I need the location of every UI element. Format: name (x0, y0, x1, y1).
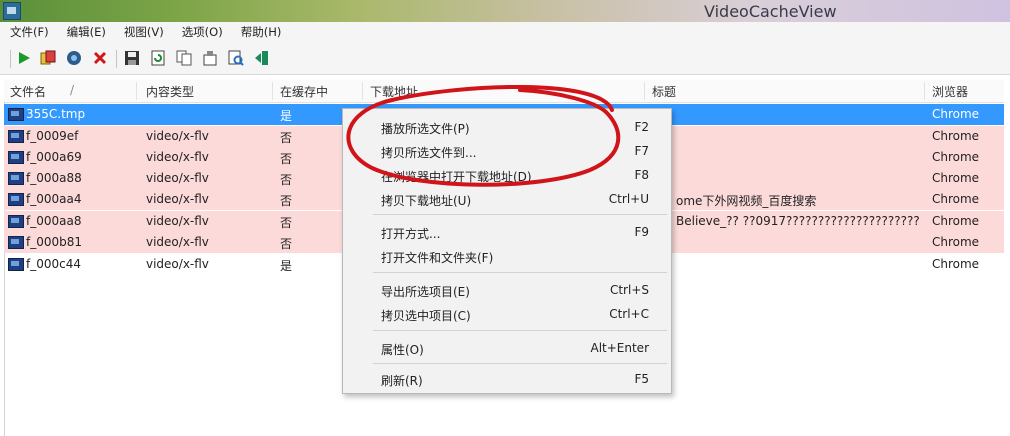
menu-item-properties[interactable]: 属性(O) Alt+Enter (343, 337, 671, 359)
col-title[interactable]: 标题 (652, 83, 676, 100)
menu-item-open-file-and-folder[interactable]: 打开文件和文件夹(F) (343, 245, 671, 267)
toolbar-separator (116, 50, 117, 68)
file-icon (8, 172, 24, 185)
list-header: 文件名 / 内容类型 在缓存中 下载地址 标题 浏览器 (4, 80, 1004, 103)
cell-filename: f_000b81 (26, 235, 83, 249)
delete-icon[interactable] (92, 50, 108, 66)
cell-filename: f_000a88 (26, 171, 82, 185)
menu-edit[interactable]: 编辑(E) (57, 24, 114, 40)
copy-files-icon[interactable] (40, 50, 56, 66)
copy-icon[interactable] (176, 50, 192, 66)
file-icon (8, 130, 24, 143)
play-icon[interactable] (16, 50, 32, 66)
cell-browser: Chrome (932, 129, 980, 143)
menu-item-export-selected[interactable]: 导出所选项目(E) Ctrl+S (343, 279, 671, 301)
menu-help[interactable]: 帮助(H) (231, 24, 290, 40)
cell-content-type: video/x-flv (146, 235, 209, 249)
menu-view[interactable]: 视图(V) (114, 24, 172, 40)
find-icon[interactable] (228, 50, 244, 66)
menu-file[interactable]: 文件(F) (0, 24, 57, 40)
column-divider[interactable] (362, 82, 363, 100)
file-icon (8, 236, 24, 249)
file-icon (8, 108, 24, 121)
cell-filename: f_000aa8 (26, 214, 82, 228)
cell-browser: Chrome (932, 257, 980, 271)
open-folder-icon[interactable] (66, 50, 82, 66)
cell-in-cache: 否 (280, 216, 293, 230)
cell-title: Believe_?? ??0917?????????????????????..… (676, 214, 920, 228)
menu-separator (373, 363, 667, 364)
menu-bar: 文件(F) 编辑(E) 视图(V) 选项(O) 帮助(H) (0, 22, 1010, 42)
cell-title: ome下外网视频_百度搜索 (676, 194, 817, 208)
cell-browser: Chrome (932, 192, 980, 206)
cell-filename: f_0009ef (26, 129, 79, 143)
menu-separator (373, 330, 667, 331)
col-in-cache[interactable]: 在缓存中 (280, 83, 328, 100)
menu-item-open-url-in-browser[interactable]: 在浏览器中打开下载地址(D) F8 (343, 164, 671, 186)
column-divider[interactable] (136, 82, 137, 100)
exit-icon[interactable] (254, 50, 270, 66)
cell-browser: Chrome (932, 150, 980, 164)
sort-indicator: / (70, 83, 75, 97)
cell-in-cache: 否 (280, 194, 293, 208)
menu-item-copy-selected-to[interactable]: 拷贝所选文件到... F7 (343, 140, 671, 162)
title-bar: VideoCacheView (0, 0, 1010, 22)
cell-in-cache: 否 (280, 173, 293, 187)
window-title: VideoCacheView (704, 2, 837, 21)
cell-content-type: video/x-flv (146, 150, 209, 164)
cell-filename: f_000a69 (26, 150, 82, 164)
cell-content-type: video/x-flv (146, 171, 209, 185)
menu-options[interactable]: 选项(O) (172, 24, 231, 40)
menu-item-play-selected[interactable]: 播放所选文件(P) F2 (343, 116, 671, 138)
cell-filename: 355C.tmp (26, 107, 86, 121)
cell-in-cache: 否 (280, 237, 293, 251)
menu-item-open-with[interactable]: 打开方式... F9 (343, 221, 671, 243)
cell-browser: Chrome (932, 107, 980, 121)
cell-in-cache: 否 (280, 131, 293, 145)
toolbar (0, 42, 1010, 75)
cell-filename: f_000c44 (26, 257, 81, 271)
menu-separator (373, 214, 667, 215)
menu-item-refresh[interactable]: 刷新(R) F5 (343, 368, 671, 390)
menu-separator (373, 272, 667, 273)
cell-browser: Chrome (932, 214, 980, 228)
cell-in-cache: 是 (280, 109, 293, 123)
properties-icon[interactable] (202, 50, 218, 66)
col-download-url[interactable]: 下载地址 (370, 83, 418, 100)
menu-item-copy-selected-items[interactable]: 拷贝选中项目(C) Ctrl+C (343, 303, 671, 325)
cell-content-type: video/x-flv (146, 214, 209, 228)
cell-in-cache: 否 (280, 152, 293, 166)
cell-browser: Chrome (932, 171, 980, 185)
refresh-icon[interactable] (150, 50, 166, 66)
context-menu: 播放所选文件(P) F2 拷贝所选文件到... F7 在浏览器中打开下载地址(D… (342, 108, 672, 394)
cell-content-type: video/x-flv (146, 129, 209, 143)
column-divider[interactable] (644, 82, 645, 100)
file-icon (8, 193, 24, 206)
col-filename[interactable]: 文件名 (10, 83, 46, 100)
file-icon (8, 215, 24, 228)
toolbar-separator (10, 50, 11, 68)
cell-filename: f_000aa4 (26, 192, 82, 206)
cell-content-type: video/x-flv (146, 192, 209, 206)
save-icon[interactable] (124, 50, 140, 66)
cell-in-cache: 是 (280, 259, 293, 273)
file-icon (8, 258, 24, 271)
col-content-type[interactable]: 内容类型 (146, 83, 194, 100)
column-divider[interactable] (272, 82, 273, 100)
cell-browser: Chrome (932, 235, 980, 249)
menu-item-copy-download-url[interactable]: 拷贝下载地址(U) Ctrl+U (343, 188, 671, 210)
app-icon (3, 2, 21, 20)
cell-content-type: video/x-flv (146, 257, 209, 271)
column-divider[interactable] (924, 82, 925, 100)
file-icon (8, 151, 24, 164)
col-browser[interactable]: 浏览器 (932, 83, 968, 100)
